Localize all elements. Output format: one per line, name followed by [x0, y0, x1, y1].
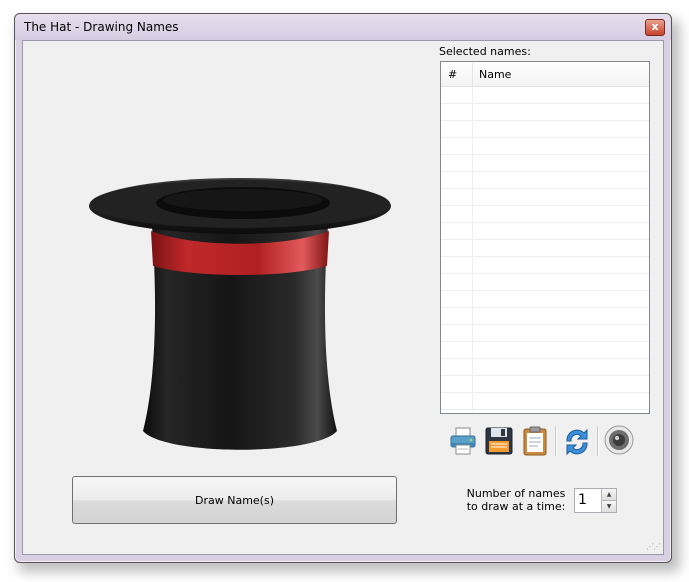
stepper-up-button[interactable]: ▲ [601, 489, 616, 501]
names-count-stepper[interactable]: 1 ▲ ▼ [574, 488, 617, 513]
resize-grip-icon[interactable]: ⋰⋰ [646, 542, 661, 551]
list-row [441, 342, 649, 359]
names-count-label: Number of names to draw at a time: [466, 487, 566, 513]
names-count-value[interactable]: 1 [578, 492, 587, 508]
selected-names-label: Selected names: [439, 45, 531, 58]
column-number-label: # [448, 68, 458, 81]
list-row [441, 308, 649, 325]
column-header-number[interactable]: # [441, 62, 473, 86]
list-row [441, 223, 649, 240]
close-button[interactable]: x [645, 19, 665, 36]
list-row [441, 206, 649, 223]
list-row [441, 189, 649, 206]
list-row [441, 393, 649, 410]
stepper-down-button[interactable]: ▼ [601, 501, 616, 512]
names-count-label-line1: Number of names [466, 487, 566, 500]
toolbar-separator [597, 426, 599, 456]
list-row [441, 172, 649, 189]
list-row [441, 325, 649, 342]
save-icon[interactable] [483, 424, 515, 458]
close-icon: x [651, 20, 659, 33]
printer-icon[interactable] [447, 424, 479, 458]
list-row [441, 155, 649, 172]
list-row [441, 274, 649, 291]
list-row [441, 359, 649, 376]
clipboard-icon[interactable] [519, 424, 551, 458]
draw-names-label: Draw Name(s) [195, 493, 274, 507]
list-row [441, 104, 649, 121]
list-row [441, 138, 649, 155]
title-bar[interactable]: The Hat - Drawing Names x [15, 14, 671, 40]
list-row [441, 376, 649, 393]
list-row [441, 240, 649, 257]
column-name-label: Name [479, 68, 512, 81]
window-title: The Hat - Drawing Names [24, 20, 179, 34]
list-row [441, 121, 649, 138]
top-hat-image[interactable] [85, 176, 395, 456]
list-header: # Name [441, 62, 649, 87]
refresh-icon[interactable] [561, 424, 593, 458]
client-area: Selected names: # Name Draw Name(s) Numb… [22, 40, 664, 555]
speaker-icon[interactable] [603, 424, 635, 458]
list-row [441, 257, 649, 274]
names-count-label-line2: to draw at a time: [466, 500, 566, 513]
toolbar-separator [555, 426, 557, 456]
selected-names-list[interactable]: # Name [440, 61, 650, 414]
draw-names-button[interactable]: Draw Name(s) [72, 476, 397, 524]
app-window: The Hat - Drawing Names x Selected names… [14, 13, 672, 563]
list-rows [441, 87, 649, 413]
list-row [441, 291, 649, 308]
list-toolbar [447, 424, 637, 458]
list-row [441, 87, 649, 104]
